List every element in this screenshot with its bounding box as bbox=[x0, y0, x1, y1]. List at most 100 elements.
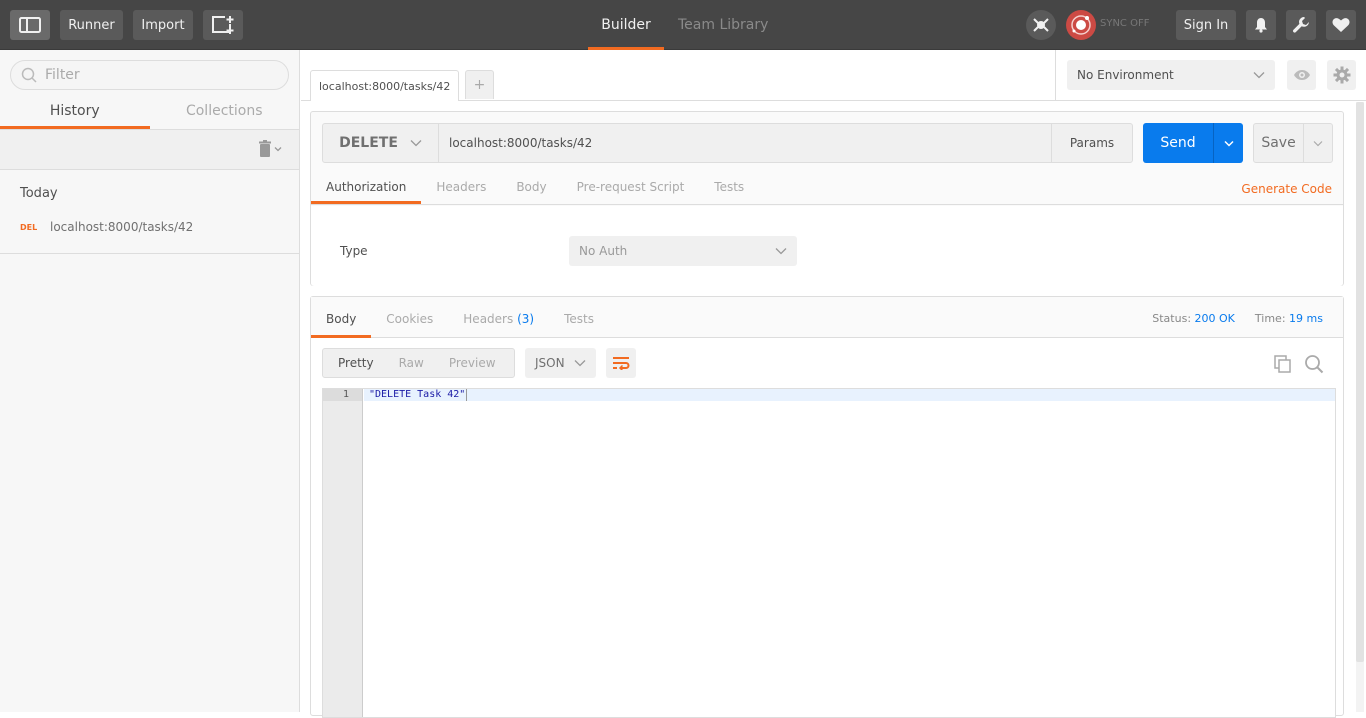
tab-pre-request-script[interactable]: Pre-request Script bbox=[562, 172, 700, 204]
tab-tests[interactable]: Tests bbox=[699, 172, 759, 204]
save-options-button[interactable] bbox=[1303, 124, 1332, 162]
filter-field[interactable] bbox=[10, 60, 289, 90]
tab-team-library[interactable]: Team Library bbox=[678, 0, 768, 50]
import-button[interactable]: Import bbox=[133, 10, 193, 40]
copy-button[interactable] bbox=[1274, 355, 1292, 377]
environment-area: No Environment bbox=[1055, 50, 1366, 101]
sidebar: History Collections Today DEL localhost:… bbox=[0, 50, 300, 712]
time-label: Time: bbox=[1254, 312, 1286, 325]
wrap-lines-icon bbox=[613, 357, 630, 370]
environment-select[interactable]: No Environment bbox=[1067, 60, 1275, 90]
tab-headers[interactable]: Headers bbox=[421, 172, 501, 204]
heart-button[interactable] bbox=[1326, 10, 1356, 40]
sign-in-button[interactable]: Sign In bbox=[1176, 10, 1236, 40]
trash-icon bbox=[259, 140, 271, 157]
send-button-group: Send bbox=[1143, 123, 1243, 163]
response-meta: Status: 200 OK Time: 19 ms bbox=[1152, 312, 1323, 325]
send-options-button[interactable] bbox=[1213, 123, 1243, 163]
settings-button[interactable] bbox=[1286, 10, 1316, 40]
chevron-down-icon bbox=[410, 140, 422, 147]
wrap-lines-button[interactable] bbox=[606, 348, 636, 378]
tab-authorization[interactable]: Authorization bbox=[311, 172, 422, 204]
manage-environments-button[interactable] bbox=[1327, 60, 1356, 90]
active-line-highlight bbox=[364, 389, 1335, 401]
auth-type-label: Type bbox=[340, 244, 368, 258]
runner-button[interactable]: Runner bbox=[60, 10, 123, 40]
generate-code-link[interactable]: Generate Code bbox=[1241, 182, 1332, 196]
save-button[interactable]: Save bbox=[1254, 124, 1303, 162]
send-button[interactable]: Send bbox=[1143, 123, 1213, 163]
view-raw[interactable]: Raw bbox=[389, 356, 434, 370]
tab-response-headers[interactable]: Headers (3) bbox=[448, 297, 549, 338]
auth-type-value: No Auth bbox=[579, 244, 628, 258]
scrollbar-thumb[interactable] bbox=[1356, 102, 1364, 662]
url-bar: DELETE Params bbox=[322, 123, 1133, 163]
tab-response-body[interactable]: Body bbox=[311, 297, 372, 338]
main-scrollbar[interactable] bbox=[1356, 102, 1364, 712]
time-value: 19 ms bbox=[1289, 312, 1323, 325]
request-tab[interactable]: localhost:8000/tasks/42 bbox=[310, 70, 459, 101]
sidebar-toggle-icon bbox=[19, 17, 41, 33]
view-pretty[interactable]: Pretty bbox=[328, 356, 384, 370]
line-number: 1 bbox=[323, 389, 362, 401]
request-tabs-bar: localhost:8000/tasks/42 + bbox=[301, 50, 1055, 101]
sync-icon bbox=[1071, 15, 1091, 35]
view-preview[interactable]: Preview bbox=[439, 356, 506, 370]
response-tabs: Body Cookies Headers (3) Tests bbox=[311, 297, 609, 338]
chevron-down-icon bbox=[1253, 72, 1265, 79]
chevron-down-icon bbox=[775, 248, 787, 255]
request-section-tabs: Authorization Headers Body Pre-request S… bbox=[311, 172, 1343, 205]
search-response-button[interactable] bbox=[1304, 354, 1324, 378]
format-select[interactable]: JSON bbox=[525, 348, 596, 378]
interceptor-icon bbox=[1033, 18, 1049, 32]
bell-icon bbox=[1255, 18, 1267, 33]
sync-status-label: SYNC OFF bbox=[1100, 18, 1150, 29]
environment-select-value: No Environment bbox=[1077, 68, 1174, 82]
params-button[interactable]: Params bbox=[1051, 124, 1132, 162]
request-panel: DELETE Params Send Save Authorization He… bbox=[310, 111, 1344, 286]
wrench-icon bbox=[1293, 17, 1309, 33]
eye-icon bbox=[1293, 70, 1310, 80]
add-tab-button[interactable]: + bbox=[465, 70, 494, 99]
status-value: 200 OK bbox=[1194, 312, 1235, 325]
environment-quick-look-button[interactable] bbox=[1287, 60, 1316, 90]
tab-history[interactable]: History bbox=[0, 95, 150, 129]
chevron-down-icon bbox=[574, 360, 586, 367]
search-icon bbox=[21, 67, 37, 83]
sidebar-tabs: History Collections bbox=[0, 95, 299, 130]
status-label: Status: bbox=[1152, 312, 1192, 325]
tab-builder[interactable]: Builder bbox=[588, 0, 664, 50]
method-select[interactable]: DELETE bbox=[323, 124, 439, 162]
tab-response-tests[interactable]: Tests bbox=[549, 297, 609, 338]
authorization-body: Type No Auth bbox=[311, 206, 1343, 286]
toggle-sidebar-button[interactable] bbox=[10, 10, 50, 40]
history-item[interactable]: DEL localhost:8000/tasks/42 bbox=[20, 220, 193, 234]
method-value: DELETE bbox=[339, 135, 398, 151]
auth-type-select[interactable]: No Auth bbox=[569, 236, 797, 266]
url-input[interactable] bbox=[439, 124, 1051, 162]
notifications-button[interactable] bbox=[1246, 10, 1276, 40]
interceptor-button[interactable] bbox=[1026, 10, 1056, 40]
heart-icon bbox=[1332, 18, 1350, 32]
chevron-down-icon bbox=[274, 146, 282, 151]
tab-collections[interactable]: Collections bbox=[150, 95, 300, 129]
save-button-group: Save bbox=[1253, 123, 1333, 163]
new-window-button[interactable] bbox=[203, 10, 243, 40]
view-mode-segmented: Pretty Raw Preview bbox=[322, 348, 515, 378]
chevron-down-icon bbox=[1223, 140, 1234, 147]
response-toolbar: Pretty Raw Preview JSON bbox=[311, 338, 1343, 388]
history-item-url: localhost:8000/tasks/42 bbox=[50, 220, 194, 234]
response-body-editor[interactable]: 1 "DELETE Task 42" bbox=[322, 388, 1336, 718]
copy-icon bbox=[1274, 355, 1291, 373]
response-panel: Body Cookies Headers (3) Tests Status: 2… bbox=[310, 296, 1344, 718]
tab-body[interactable]: Body bbox=[501, 172, 561, 204]
history-toolbar bbox=[0, 130, 299, 170]
new-window-icon bbox=[212, 16, 234, 34]
format-value: JSON bbox=[535, 356, 565, 370]
line-number-gutter: 1 bbox=[323, 389, 363, 717]
clear-history-button[interactable] bbox=[258, 140, 282, 157]
top-bar: Runner Import Builder Team Library SYNC … bbox=[0, 0, 1366, 50]
sync-button[interactable] bbox=[1066, 10, 1096, 40]
filter-input[interactable] bbox=[45, 67, 265, 83]
tab-response-cookies[interactable]: Cookies bbox=[371, 297, 448, 338]
